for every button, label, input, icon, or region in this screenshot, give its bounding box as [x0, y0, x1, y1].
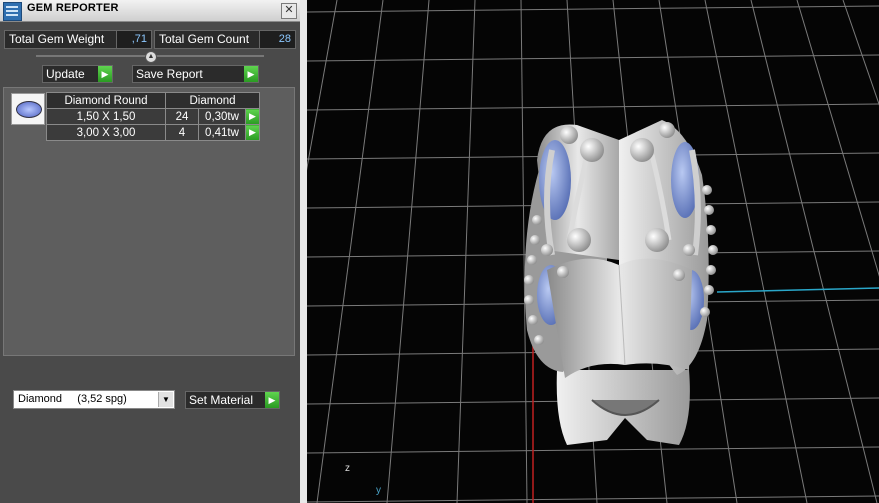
gem-reporter-app-icon	[3, 2, 22, 21]
bead	[528, 315, 538, 325]
column-header-shape: Diamond Round	[46, 92, 166, 109]
gem-reporter-panel: GEM REPORTER ✕ Total Gem Weight ,71 Tota…	[0, 0, 300, 503]
total-gem-weight-label: Total Gem Weight	[4, 30, 118, 49]
gem-weight-cell: 0,30tw	[198, 108, 246, 125]
bead	[534, 335, 544, 345]
play-icon: ▶	[265, 392, 279, 408]
panel-divider[interactable]	[300, 0, 307, 503]
bead	[560, 126, 578, 144]
bead	[541, 244, 553, 256]
bead	[706, 225, 716, 235]
update-button[interactable]: Update ▶	[42, 65, 113, 83]
chevron-down-icon[interactable]: ▼	[158, 392, 173, 407]
bead	[673, 269, 685, 281]
total-gem-count-value: 28	[259, 30, 296, 49]
table-row: 1,50 X 1,50 24 0,30tw ▶	[46, 108, 260, 125]
bead	[704, 205, 714, 215]
select-row-button[interactable]: ▶	[245, 124, 260, 141]
gem-count-cell: 24	[165, 108, 199, 125]
gem-weight-cell: 0,41tw	[198, 124, 246, 141]
bead	[527, 255, 537, 265]
bead	[645, 228, 669, 252]
bead	[530, 235, 540, 245]
bead	[700, 307, 710, 317]
axis-y-label: y	[376, 485, 381, 496]
save-report-label: Save Report	[136, 67, 203, 81]
play-icon: ▶	[244, 66, 258, 82]
bead	[532, 215, 542, 225]
gem-count-cell: 4	[165, 124, 199, 141]
bead	[683, 244, 695, 256]
total-gem-count-label: Total Gem Count	[154, 30, 261, 49]
window-title: GEM REPORTER	[27, 2, 119, 14]
set-material-button[interactable]: Set Material ▶	[185, 391, 280, 409]
gem-report-area: Diamond Round Diamond 1,50 X 1,50 24 0,3…	[3, 87, 295, 356]
axis-z-label: z	[345, 463, 350, 474]
bead	[630, 138, 654, 162]
bead	[704, 285, 714, 295]
save-report-button[interactable]: Save Report ▶	[132, 65, 259, 83]
bead	[524, 275, 534, 285]
material-selected-value: Diamond (3,52 spg)	[18, 393, 127, 405]
gem-size-cell: 3,00 X 3,00	[46, 124, 166, 141]
gem-size-cell: 1,50 X 1,50	[46, 108, 166, 125]
update-label: Update	[46, 67, 85, 81]
bead	[524, 295, 534, 305]
total-gem-weight-value: ,71	[116, 30, 152, 49]
bead	[580, 138, 604, 162]
close-button[interactable]: ✕	[281, 3, 297, 19]
title-bar: GEM REPORTER ✕	[0, 0, 300, 22]
set-material-label: Set Material	[189, 393, 254, 407]
bead	[708, 245, 718, 255]
material-dropdown[interactable]: Diamond (3,52 spg) ▼	[13, 390, 175, 409]
gem-report-table: Diamond Round Diamond 1,50 X 1,50 24 0,3…	[46, 92, 260, 141]
bead	[557, 266, 569, 278]
ring-model[interactable]	[524, 120, 709, 445]
bead	[702, 185, 712, 195]
diamond-round-icon	[11, 93, 45, 125]
column-header-material: Diamond	[165, 92, 260, 109]
collapse-icon[interactable]: ▲	[145, 51, 157, 63]
table-header-row: Diamond Round Diamond	[46, 92, 260, 109]
play-icon: ▶	[98, 66, 112, 82]
y-axis-line	[716, 287, 879, 293]
bead	[567, 228, 591, 252]
bead	[706, 265, 716, 275]
bead	[659, 122, 675, 138]
3d-viewport[interactable]: z y	[307, 0, 879, 503]
table-row: 3,00 X 3,00 4 0,41tw ▶	[46, 124, 260, 141]
select-row-button[interactable]: ▶	[245, 108, 260, 125]
viewport-canvas[interactable]	[307, 0, 879, 503]
